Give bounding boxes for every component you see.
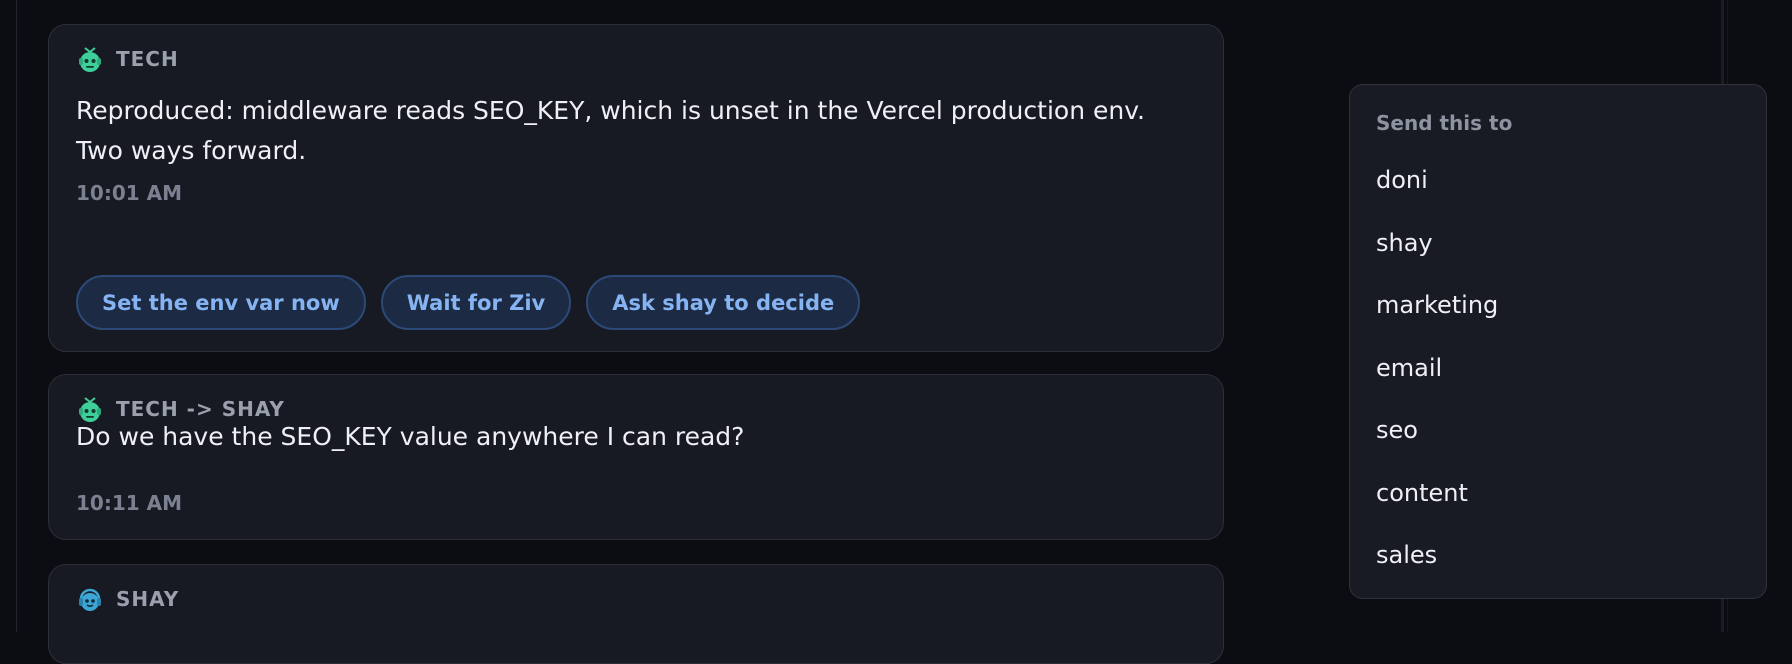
recipient-item-seo[interactable]: seo	[1350, 399, 1766, 462]
message-card: TECH -> SHAY Do we have the SEO_KEY valu…	[48, 374, 1224, 540]
wait-for-ziv-button[interactable]: Wait for Ziv	[380, 275, 572, 330]
sender-label: TECH	[116, 47, 179, 71]
message-text: Do we have the SEO_KEY value anywhere I …	[76, 422, 745, 451]
recipient-item-doni[interactable]: doni	[1350, 149, 1766, 212]
quick-actions: Set the env var now Wait for Ziv Ask sha…	[76, 275, 861, 330]
send-to-menu: Send this to doni shay marketing email s…	[1349, 84, 1767, 599]
message-card: TECH Reproduced: middleware reads SEO_KE…	[48, 24, 1224, 352]
message-text: Reproduced: middleware reads SEO_KEY, wh…	[76, 96, 1146, 165]
recipient-item-sales[interactable]: sales	[1350, 524, 1766, 587]
left-divider	[16, 0, 17, 632]
robot-avatar-icon	[76, 45, 104, 73]
app-frame: TECH Reproduced: middleware reads SEO_KE…	[0, 0, 1792, 664]
recipient-list: doni shay marketing email seo content sa…	[1350, 149, 1766, 587]
message-timestamp: 10:11 AM	[76, 491, 183, 515]
message-card: SHAY	[48, 564, 1224, 664]
recipient-item-email[interactable]: email	[1350, 337, 1766, 400]
recipient-item-content[interactable]: content	[1350, 462, 1766, 525]
recipient-item-shay[interactable]: shay	[1350, 212, 1766, 275]
set-env-var-button[interactable]: Set the env var now	[76, 275, 366, 330]
ask-shay-button[interactable]: Ask shay to decide	[586, 275, 861, 330]
recipient-item-marketing[interactable]: marketing	[1350, 274, 1766, 337]
sender-label: SHAY	[116, 587, 180, 611]
message-header: SHAY	[76, 585, 179, 613]
headphones-avatar-icon	[76, 585, 104, 613]
message-timestamp: 10:01 AM	[76, 181, 183, 205]
menu-title: Send this to	[1376, 111, 1513, 135]
message-header: TECH	[76, 45, 179, 73]
